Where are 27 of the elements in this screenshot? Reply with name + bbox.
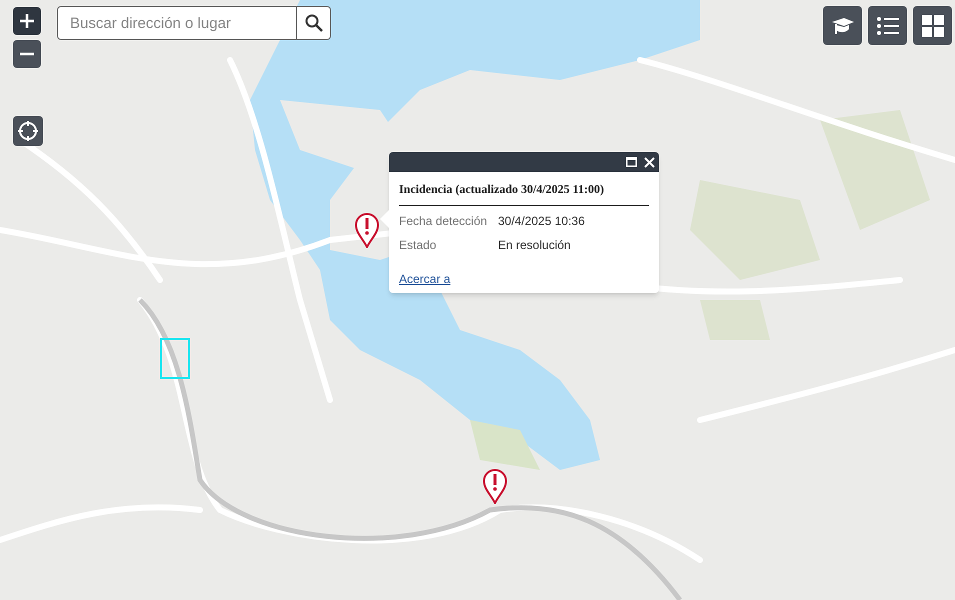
alert-pin-icon[interactable]: [482, 468, 508, 504]
search-field[interactable]: Buscar dirección o lugar: [57, 6, 297, 40]
legend-button[interactable]: [868, 6, 907, 45]
maximize-icon: [626, 157, 636, 167]
selection-box: [160, 338, 190, 379]
list-icon: [876, 16, 898, 36]
alert-pin-icon[interactable]: [354, 212, 380, 248]
minus-icon: [20, 52, 34, 56]
field-label: Fecha detección: [399, 213, 488, 230]
plus-icon: [19, 13, 35, 29]
education-button[interactable]: [823, 6, 862, 45]
field-label: Estado: [399, 237, 438, 254]
zoom-in-button[interactable]: [13, 7, 41, 35]
basemap-gallery-button[interactable]: [913, 6, 952, 45]
close-button[interactable]: [643, 156, 655, 168]
field-value: 30/4/2025 10:36: [498, 213, 585, 230]
maximize-button[interactable]: [625, 156, 637, 168]
search-button[interactable]: [297, 6, 331, 40]
close-icon: [644, 156, 654, 168]
crosshair-icon: [17, 120, 39, 142]
popup-title: Incidencia (actualizado 30/4/2025 11:00): [399, 172, 649, 206]
zoom-to-link[interactable]: Acercar a: [399, 270, 450, 293]
field-value: En resolución: [498, 237, 571, 254]
zoom-out-button[interactable]: [13, 40, 41, 68]
search-icon: [304, 14, 322, 32]
grid-icon: [922, 14, 944, 36]
locate-button[interactable]: [13, 116, 43, 146]
